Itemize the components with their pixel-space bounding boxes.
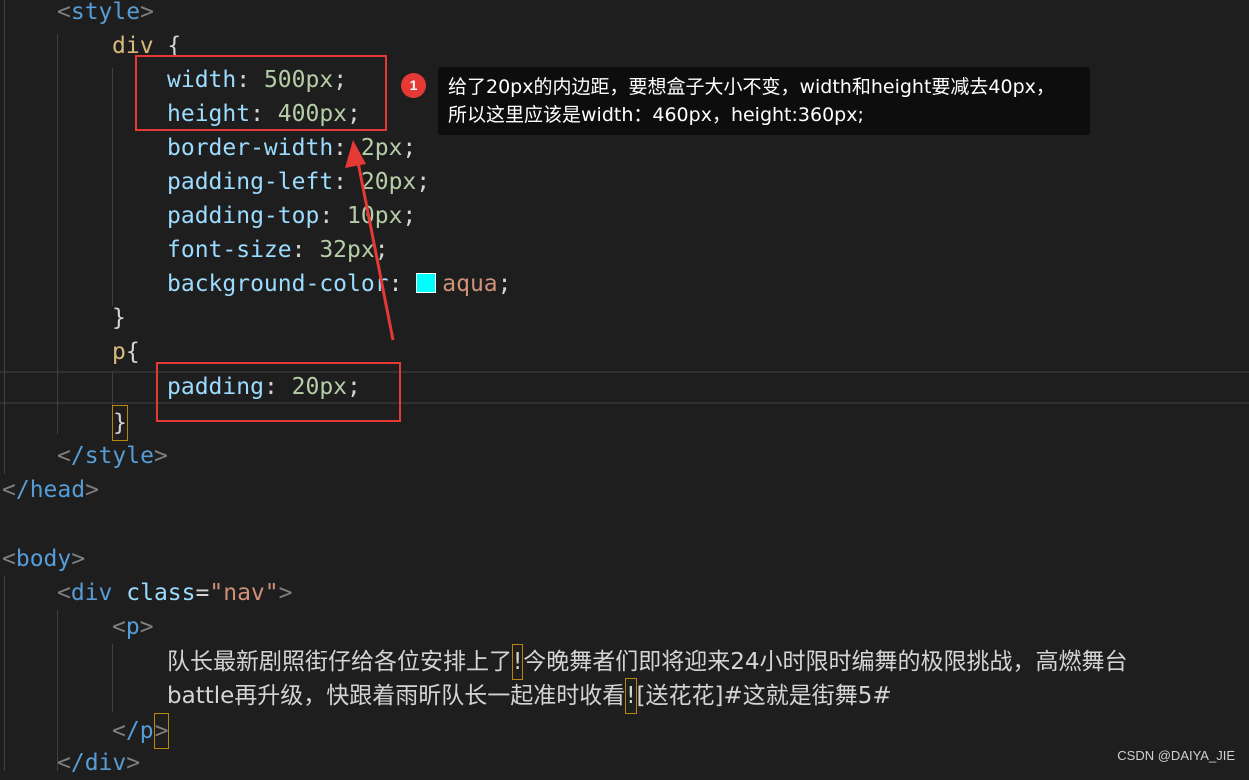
- code-editor[interactable]: <style> div { width: 500px; height: 400p…: [0, 0, 1249, 776]
- watermark: CSDN @DAIYA_JIE: [1117, 748, 1235, 763]
- annotation-badge: 1: [401, 73, 426, 98]
- annotation-tooltip: 给了20px的内边距，要想盒子大小不变，width和height要减去40px，…: [438, 67, 1090, 135]
- annotation-line-1: 给了20px的内边距，要想盒子大小不变，width和height要减去40px，: [448, 76, 1055, 98]
- annotation-line-2: 所以这里应该是width：460px，height:360px;: [448, 104, 864, 126]
